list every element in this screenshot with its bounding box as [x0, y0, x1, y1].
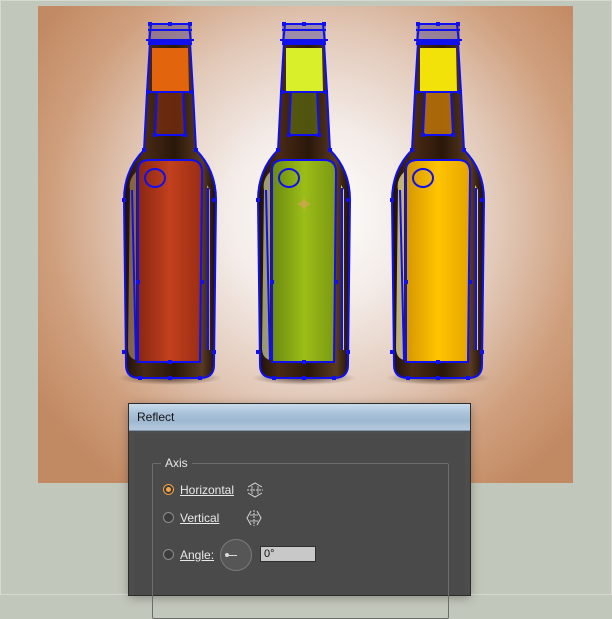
angle-input[interactable]	[260, 546, 316, 562]
dialog-titlebar[interactable]: Reflect	[129, 404, 470, 431]
reflect-dialog[interactable]: Reflect Axis Horizontal Vertical Angle:	[129, 404, 470, 619]
angle-label[interactable]: Angle:	[180, 548, 214, 562]
vertical-radio[interactable]	[163, 512, 174, 523]
angle-radio[interactable]	[163, 549, 174, 560]
dialog-title: Reflect	[137, 410, 175, 424]
reflect-vertical-icon	[246, 510, 262, 526]
axis-group-label: Axis	[161, 456, 192, 470]
reflect-horizontal-icon	[247, 482, 263, 498]
horizontal-label[interactable]: Horizontal	[180, 483, 234, 497]
red-bottle[interactable]	[118, 22, 222, 385]
dialog-body: Axis Horizontal Vertical Angle:	[134, 434, 465, 619]
yellow-bottle[interactable]	[386, 22, 490, 385]
horizontal-radio[interactable]	[163, 484, 174, 495]
vertical-label[interactable]: Vertical	[180, 511, 219, 525]
green-bottle[interactable]	[252, 22, 356, 385]
angle-dial[interactable]	[220, 539, 252, 571]
